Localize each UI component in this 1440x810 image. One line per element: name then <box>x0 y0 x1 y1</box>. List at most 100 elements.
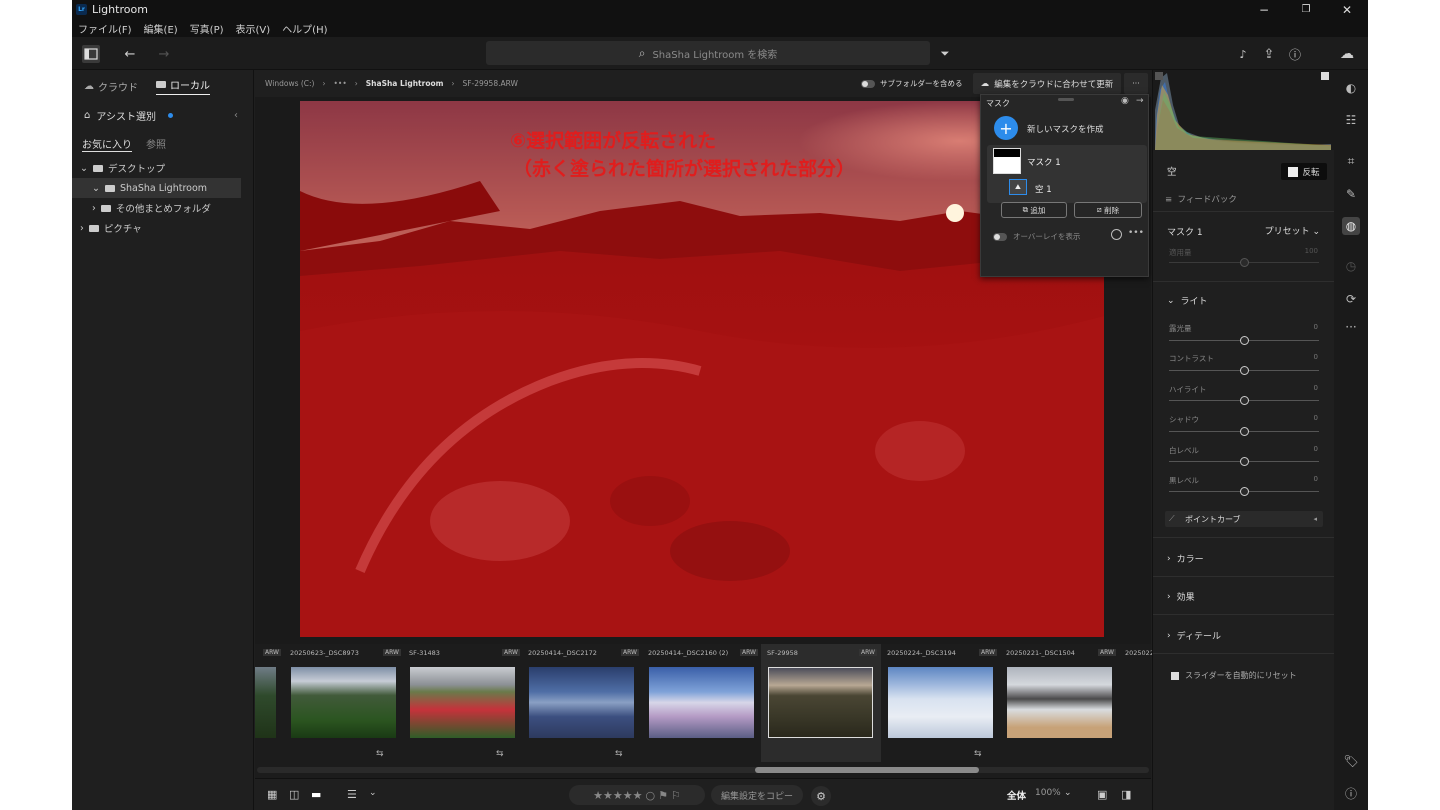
slider-knob[interactable] <box>1240 396 1249 405</box>
reject-flag-icon[interactable]: ⚐ <box>671 789 681 802</box>
breadcrumb-folder[interactable]: ShaSha Lightroom <box>366 79 444 88</box>
slider-knob[interactable] <box>1240 336 1249 345</box>
menu-edit[interactable]: 編集(E) <box>144 21 178 36</box>
more-icon[interactable]: ••• <box>1128 228 1144 238</box>
heal-icon[interactable]: ✎ <box>1342 185 1360 203</box>
sky-component-icon[interactable]: ⛰ <box>1009 179 1027 195</box>
thumbnail[interactable] <box>291 667 396 738</box>
gear-icon[interactable]: ⚙ <box>811 786 831 806</box>
sliders-icon[interactable]: ☷ <box>1342 111 1360 129</box>
tree-item-desktop[interactable]: ⌄ デスクトップ <box>72 158 253 178</box>
amount-slider[interactable] <box>1169 258 1319 267</box>
detail-view-icon[interactable]: ▬ <box>311 788 321 801</box>
menu-view[interactable]: 表示(V) <box>236 21 271 36</box>
crop-icon[interactable]: ⌗ <box>1342 152 1360 170</box>
tree-item-others[interactable]: › その他まとめフォルダ <box>72 198 253 218</box>
copy-settings-button[interactable]: 編集設定をコピー <box>711 785 803 805</box>
contrast-value[interactable]: 0 <box>1314 353 1318 361</box>
thumbnail[interactable] <box>255 667 276 738</box>
color-section-header[interactable]: › カラー <box>1167 552 1204 566</box>
auto-reset-option[interactable]: スライダーを自動的にリセット <box>1171 670 1297 681</box>
edit-icon[interactable]: ◐ <box>1342 79 1360 97</box>
tree-item-shasha[interactable]: ⌄ ShaSha Lightroom <box>72 178 241 198</box>
minimize-button[interactable]: − <box>1244 0 1284 19</box>
chevron-down-icon[interactable]: ⌄ <box>1064 788 1072 798</box>
blacks-slider[interactable] <box>1169 487 1319 496</box>
maximize-button[interactable]: ❐ <box>1286 0 1326 19</box>
menu-photo[interactable]: 写真(P) <box>190 21 224 36</box>
mask-row[interactable]: マスク 1 ⛰ 空 1 <box>987 145 1147 203</box>
history-icon[interactable]: ◷ <box>1342 257 1360 275</box>
forward-arrow-icon[interactable]: → <box>155 45 173 63</box>
slider-knob[interactable] <box>1240 258 1249 267</box>
search-input[interactable]: ⌕ ShaSha Lightroom を検索 <box>486 41 930 65</box>
share-icon[interactable]: ⇪ <box>1260 45 1278 63</box>
detail-section-header[interactable]: › ディテール <box>1167 629 1221 643</box>
whites-slider[interactable] <box>1169 457 1319 466</box>
breadcrumb-ellipsis[interactable]: ••• <box>333 79 346 88</box>
square-grid-icon[interactable]: ◫ <box>289 788 299 801</box>
back-arrow-icon[interactable]: ← <box>121 45 139 63</box>
contrast-slider[interactable] <box>1169 366 1319 375</box>
chevron-down-icon[interactable]: ⌄ <box>369 788 377 798</box>
eye-icon[interactable]: ◉ <box>1121 96 1129 106</box>
collapse-arrow-icon[interactable]: → <box>1136 96 1144 106</box>
tab-local[interactable]: ローカル <box>156 77 210 95</box>
unrated-circle-icon[interactable]: ○ <box>645 789 655 802</box>
grid-view-icon[interactable]: ▦ <box>267 788 277 801</box>
shadow-clip-icon[interactable] <box>1155 72 1163 80</box>
bell-icon[interactable]: ♪ <box>1234 45 1252 63</box>
point-curve-row[interactable]: ⟋ ポイントカーブ ◂ <box>1165 511 1323 527</box>
assist-select-header[interactable]: ⌂ アシスト選別 ‹ <box>72 102 253 128</box>
highlights-slider[interactable] <box>1169 396 1319 405</box>
info-icon[interactable]: ⓘ <box>1342 784 1360 802</box>
menu-help[interactable]: ヘルプ(H) <box>282 21 327 36</box>
zoom-fit-button[interactable]: 全体 <box>1007 788 1026 802</box>
whites-value[interactable]: 0 <box>1314 445 1318 453</box>
scrollbar-thumb[interactable] <box>755 767 979 773</box>
tab-browse[interactable]: 参照 <box>146 136 166 158</box>
thumbnail-selected[interactable] <box>768 667 873 738</box>
thumbnail[interactable] <box>888 667 993 738</box>
highlight-clip-icon[interactable] <box>1321 72 1329 80</box>
shadows-slider[interactable] <box>1169 427 1319 436</box>
subtract-mask-button[interactable]: ⧄ 削除 <box>1074 202 1142 218</box>
invert-button[interactable]: 反転 <box>1281 163 1327 180</box>
versions-icon[interactable]: ⟳ <box>1342 290 1360 308</box>
tag-icon[interactable]: 🏷 <box>1342 752 1360 770</box>
slider-knob[interactable] <box>1240 457 1249 466</box>
tab-cloud[interactable]: ☁ クラウド <box>84 79 138 94</box>
sync-cloud-button[interactable]: ☁ 編集をクラウドに合わせて更新 <box>973 73 1121 94</box>
shadows-value[interactable]: 0 <box>1314 414 1318 422</box>
zoom-level[interactable]: 100% <box>1035 788 1061 798</box>
light-section-header[interactable]: ⌄ ライト <box>1167 294 1208 308</box>
thumbnail[interactable] <box>649 667 754 738</box>
sort-icon[interactable]: ☰ <box>347 788 357 801</box>
overlay-color-icon[interactable] <box>1111 229 1122 240</box>
close-button[interactable]: ✕ <box>1327 0 1367 19</box>
thumbnail[interactable] <box>1007 667 1112 738</box>
collapse-chevron-icon[interactable]: ‹ <box>234 110 238 121</box>
highlights-value[interactable]: 0 <box>1314 384 1318 392</box>
more-icon[interactable]: ··· <box>1342 318 1360 336</box>
help-icon[interactable]: ⓘ <box>1286 45 1304 63</box>
before-after-icon[interactable]: ▣ <box>1097 788 1107 801</box>
drag-handle[interactable] <box>1058 98 1074 101</box>
mask-icon[interactable]: ◍ <box>1342 217 1360 235</box>
thumbnail[interactable] <box>410 667 515 738</box>
preset-dropdown[interactable]: プリセット ⌄ <box>1265 224 1320 237</box>
exposure-slider[interactable] <box>1169 336 1319 345</box>
create-mask-button[interactable]: + <box>994 116 1018 140</box>
effects-section-header[interactable]: › 効果 <box>1167 590 1195 604</box>
tab-favorites[interactable]: お気に入り <box>82 136 132 152</box>
thumbnail[interactable] <box>529 667 634 738</box>
subfolder-toggle[interactable]: サブフォルダーを含める <box>861 78 963 89</box>
exposure-value[interactable]: 0 <box>1314 323 1318 331</box>
checkbox-checked[interactable] <box>1171 671 1179 680</box>
menu-file[interactable]: ファイル(F) <box>78 21 132 36</box>
slider-knob[interactable] <box>1240 427 1249 436</box>
feedback-link[interactable]: ≡ フィードバック <box>1165 193 1237 205</box>
compare-icon[interactable]: ◨ <box>1121 788 1131 801</box>
slider-knob[interactable] <box>1240 487 1249 496</box>
star-rating[interactable]: ★★★★★ <box>593 789 642 802</box>
